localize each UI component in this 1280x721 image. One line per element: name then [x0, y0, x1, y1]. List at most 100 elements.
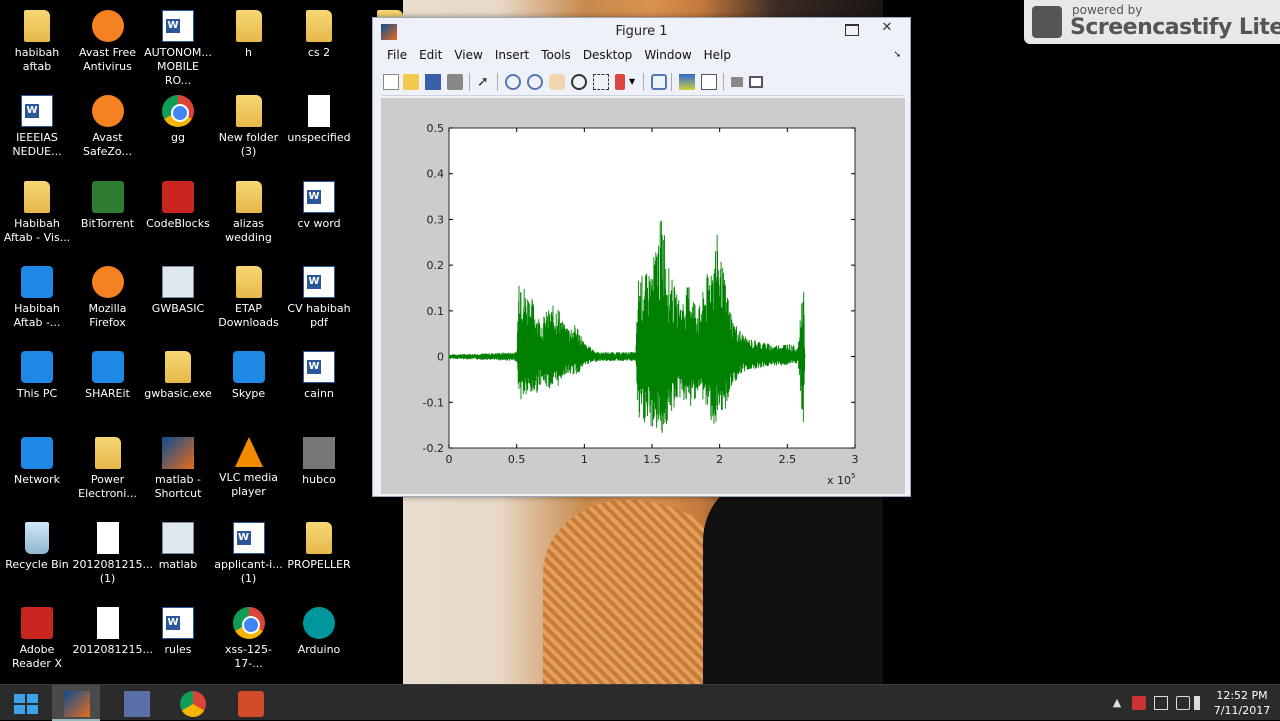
menu-insert[interactable]: Insert [495, 48, 529, 62]
dock-icon[interactable]: ➘ [893, 50, 901, 60]
desktop-icon[interactable]: 2012081215... [72, 603, 153, 684]
folder-icon [235, 10, 262, 42]
desktop-icon[interactable]: habibah aftab [2, 6, 72, 90]
desktop-icon[interactable]: IEEEIAS NEDUE... [2, 91, 72, 175]
desktop-icon[interactable]: cs 2 [284, 6, 354, 90]
show-plot-tools-icon[interactable] [749, 76, 763, 88]
word-doc-icon [303, 351, 335, 384]
desktop-icon[interactable]: CodeBlocks [143, 177, 213, 261]
insert-legend-icon[interactable] [701, 74, 717, 90]
taskbar: ▲ 12:52 PM 7/11/2017 [0, 684, 1280, 721]
menu-tools[interactable]: Tools [541, 48, 571, 62]
desktop-icon-label: VLC media player [218, 470, 279, 498]
desktop-icon[interactable]: Recycle Bin [2, 518, 72, 602]
desktop-icon[interactable]: matlab - Shortcut [143, 433, 213, 517]
desktop-icon-label: IEEEIAS NEDUE... [12, 131, 62, 159]
desktop-icon[interactable]: hubco [284, 433, 354, 517]
desktop-icon[interactable]: Power Electroni... [73, 433, 143, 517]
desktop-icon-label: matlab - Shortcut [154, 472, 202, 500]
close-button[interactable]: ✕ [865, 18, 909, 38]
zoom-in-icon[interactable] [505, 74, 521, 90]
desktop-icon[interactable]: Skype [214, 347, 284, 431]
matlab-icon [162, 436, 194, 469]
desktop-icon[interactable]: SHAREit [73, 347, 143, 431]
desktop-icon[interactable]: 2012081215... (1) [73, 518, 153, 602]
desktop-icon[interactable]: ETAP Downloads [214, 262, 284, 346]
desktop-icon-label: 2012081215... [72, 643, 153, 657]
matlab-figure-window[interactable]: Figure 1 ✕ ➘ File Edit View Insert Tools Desk… [372, 17, 911, 497]
pan-hand-icon[interactable] [549, 74, 565, 90]
desktop-icon[interactable]: alizas wedding [214, 177, 284, 261]
desktop-icon[interactable]: matlab [143, 518, 213, 602]
desktop-icon[interactable]: GWBASIC [143, 262, 213, 346]
hide-plot-tools-icon[interactable] [731, 77, 743, 87]
brush-icon[interactable] [615, 74, 625, 90]
y-tick-label: 0.2 [427, 259, 445, 272]
desktop-icon[interactable]: Avast SafeZo... [73, 91, 143, 175]
matlab-icon [64, 691, 90, 717]
desktop-icon-label: Recycle Bin [5, 557, 69, 571]
x-tick-label: 1 [581, 453, 588, 466]
link-plot-icon[interactable] [651, 74, 667, 90]
menu-help[interactable]: Help [704, 48, 731, 62]
folder-icon [306, 10, 332, 42]
taskbar-screen-recorder[interactable] [226, 685, 274, 721]
maximize-icon[interactable] [845, 24, 859, 36]
desktop-icon[interactable]: Arduino [284, 603, 354, 684]
desktop-icon[interactable]: xss-125-17-... [214, 603, 284, 684]
desktop-icon[interactable]: This PC [2, 347, 72, 431]
desktop-icon[interactable]: Mozilla Firefox [73, 262, 143, 346]
start-button[interactable] [0, 685, 52, 721]
network-icon[interactable] [1154, 696, 1168, 710]
battery-icon[interactable] [1176, 696, 1190, 710]
show-hidden-icons-icon[interactable]: ▲ [1110, 696, 1124, 710]
data-cursor-icon[interactable] [593, 74, 609, 90]
desktop-icon[interactable]: Network [2, 433, 72, 517]
desktop-icon[interactable]: Adobe Reader X [2, 603, 72, 684]
desktop-icon-label: SHAREit [85, 387, 130, 401]
desktop-icon[interactable]: gwbasic.exe [143, 347, 213, 431]
desktop-icon[interactable]: AUTONOM... MOBILE RO... [143, 6, 213, 90]
y-tick-label: 0 [437, 351, 444, 364]
insert-colorbar-icon[interactable] [679, 74, 695, 90]
clock[interactable]: 12:52 PM 7/11/2017 [1212, 688, 1272, 718]
taskbar-app-calculator[interactable] [112, 685, 160, 721]
bittorrent-icon [91, 180, 124, 213]
desktop-icon[interactable]: BitTorrent [73, 177, 143, 261]
desktop-icon[interactable]: applicant-i... (1) [214, 518, 284, 602]
flag-icon[interactable] [1132, 696, 1146, 710]
open-file-icon[interactable] [403, 74, 419, 90]
desktop-icon[interactable]: VLC media player [214, 433, 284, 517]
desktop-icon[interactable]: PROPELLER [284, 518, 354, 602]
menu-edit[interactable]: Edit [419, 48, 442, 62]
edit-plot-arrow-icon[interactable]: ➚ [477, 74, 493, 90]
desktop-icon-label: Adobe Reader X [12, 643, 62, 671]
desktop-icon[interactable]: cv word [284, 177, 354, 261]
desktop-icon[interactable]: New folder (3) [214, 91, 284, 175]
zoom-out-icon[interactable] [527, 74, 543, 90]
menu-view[interactable]: View [454, 48, 482, 62]
rotate-3d-icon[interactable] [571, 74, 587, 90]
new-figure-icon[interactable] [383, 74, 399, 90]
desktop-icon[interactable]: CV habibah pdf [284, 262, 354, 346]
desktop-icon[interactable]: Avast Free Antivirus [73, 6, 143, 90]
signal-icon[interactable] [1194, 696, 1208, 710]
desktop-icon[interactable]: h [214, 6, 284, 90]
menu-desktop[interactable]: Desktop [583, 48, 633, 62]
print-icon[interactable] [447, 74, 463, 90]
figure-titlebar[interactable]: Figure 1 ✕ [373, 18, 910, 46]
desktop-icon[interactable]: Habibah Aftab -... [2, 262, 72, 346]
taskbar-matlab[interactable] [52, 685, 100, 721]
desktop-icon[interactable]: rules [143, 603, 213, 684]
menu-file[interactable]: File [387, 48, 407, 62]
shareit-icon [91, 351, 124, 384]
menu-window[interactable]: Window [644, 48, 691, 62]
y-tick-label: -0.2 [423, 442, 444, 455]
desktop-icon[interactable]: cainn [284, 347, 354, 431]
desktop-icon[interactable]: Habibah Aftab - Vis... [2, 177, 72, 261]
desktop-icon-label: Habibah Aftab - Vis... [3, 216, 71, 244]
save-icon[interactable] [425, 74, 441, 90]
desktop-icon[interactable]: gg [143, 91, 213, 175]
desktop-icon[interactable]: unspecified [284, 91, 354, 175]
taskbar-chrome[interactable] [168, 685, 216, 721]
